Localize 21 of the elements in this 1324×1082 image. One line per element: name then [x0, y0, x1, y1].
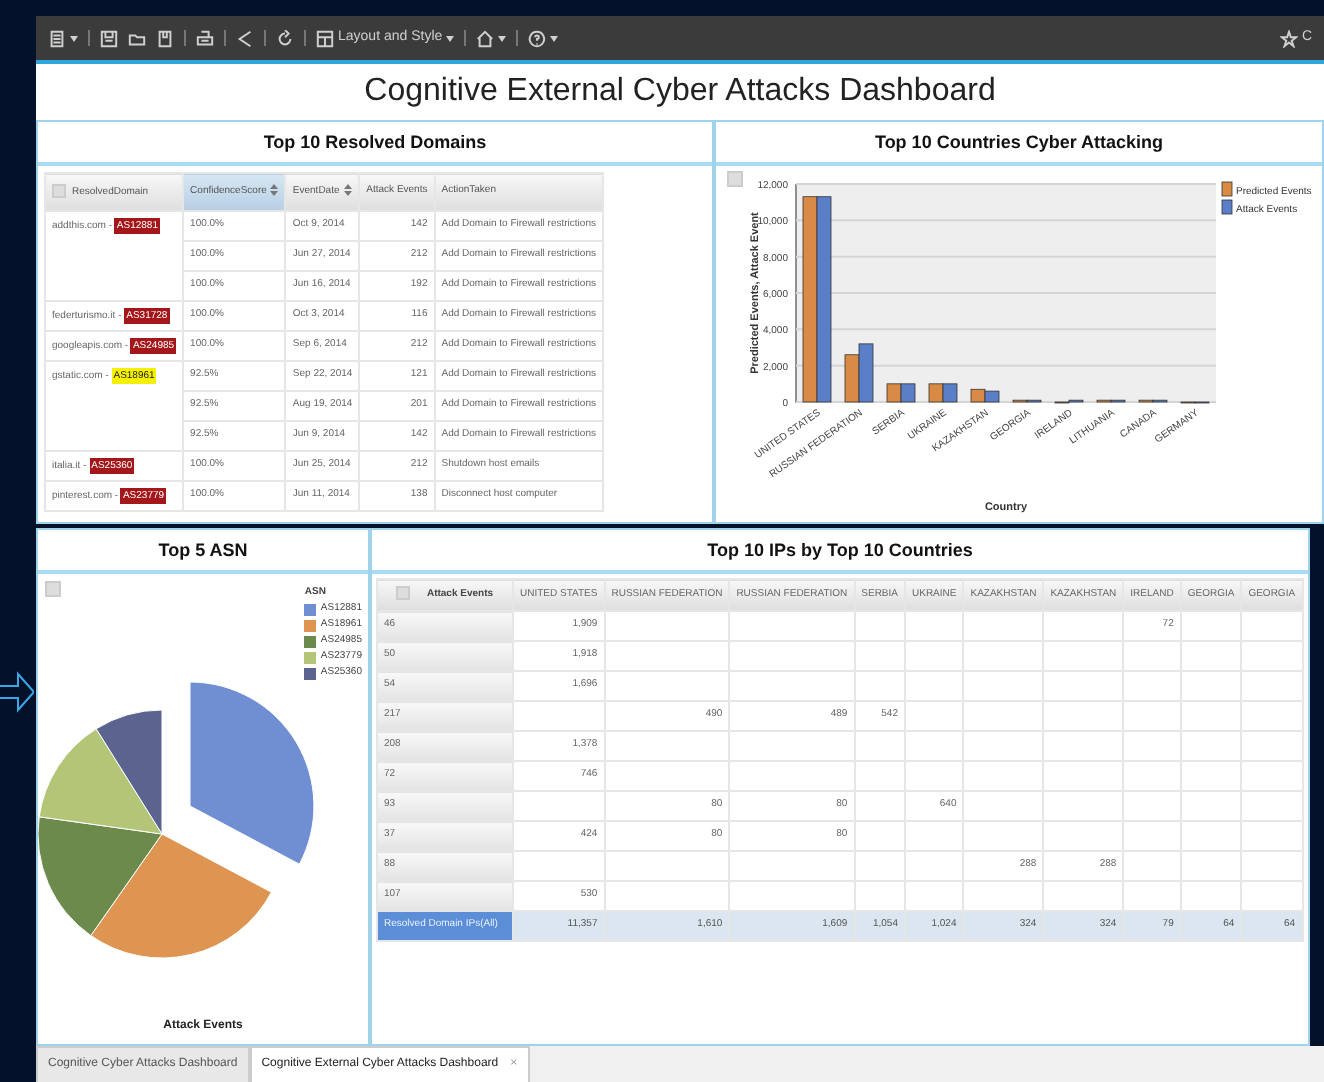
dashboard-title: Cognitive External Cyber Attacks Dashboard	[36, 64, 1324, 120]
printer-icon	[196, 29, 214, 47]
sort-icon	[343, 184, 352, 197]
panel-title: Top 10 Countries Cyber Attacking	[716, 122, 1322, 166]
floppy-icon	[156, 29, 174, 47]
save-icon	[100, 29, 118, 47]
caret-icon	[446, 35, 455, 41]
document-icon	[48, 29, 66, 47]
caret-icon	[498, 35, 507, 41]
panel-title: Top 10 IPs by Top 10 Countries	[372, 530, 1308, 574]
panel-title: Top 5 ASN	[38, 530, 368, 574]
help-icon	[528, 29, 547, 47]
caret-icon	[550, 35, 559, 41]
layout-icon	[316, 29, 334, 47]
home-icon	[476, 29, 495, 47]
sort-icon	[270, 184, 279, 197]
panel-title: Top 10 Resolved Domains	[38, 122, 712, 166]
caret-icon	[70, 35, 78, 41]
refresh-icon	[276, 29, 294, 47]
star-icon	[1279, 29, 1298, 47]
folder-icon	[128, 29, 146, 47]
